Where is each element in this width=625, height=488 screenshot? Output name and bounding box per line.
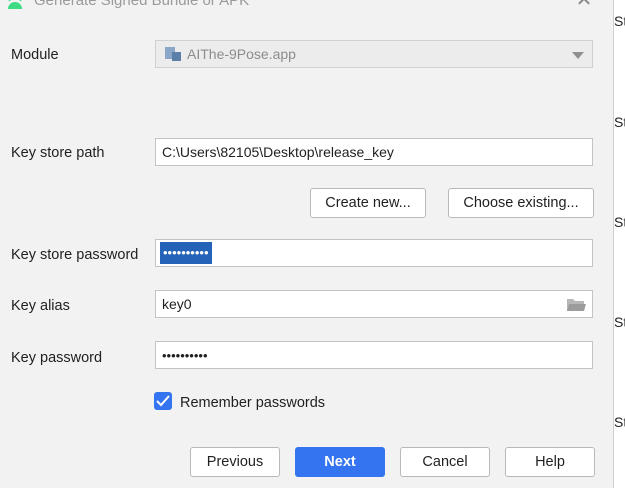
help-button[interactable]: Help	[505, 447, 595, 477]
keystore-path-input[interactable]: C:\Users\82105\Desktop\release_key	[155, 138, 593, 166]
key-password-value: ••••••••••	[162, 348, 208, 363]
remember-passwords-checkbox[interactable]	[154, 392, 172, 410]
module-value: AIThe-9Pose.app	[187, 46, 296, 62]
background-text: St	[614, 314, 625, 330]
keystore-password-value: ••••••••••	[160, 242, 212, 264]
next-button[interactable]: Next	[295, 447, 385, 477]
background-panel: St St St St St	[614, 0, 625, 488]
background-text: St	[614, 114, 625, 130]
android-icon	[8, 0, 22, 9]
keystore-password-input[interactable]: ••••••••••	[155, 239, 593, 267]
key-alias-label: Key alias	[11, 298, 70, 314]
chevron-down-icon[interactable]	[572, 52, 584, 59]
keystore-password-label: Key store password	[11, 247, 139, 263]
key-password-input[interactable]: ••••••••••	[155, 341, 593, 369]
close-icon[interactable]: ✕	[574, 0, 594, 10]
window-title: Generate Signed Bundle or APK	[34, 0, 250, 9]
create-new-button[interactable]: Create new...	[310, 188, 426, 218]
module-select[interactable]: AIThe-9Pose.app	[155, 40, 593, 68]
key-password-label: Key password	[11, 350, 103, 366]
cancel-button[interactable]: Cancel	[400, 447, 490, 477]
keystore-path-label: Key store path	[11, 145, 105, 161]
remember-passwords-label[interactable]: Remember passwords	[180, 394, 325, 412]
background-text: St	[614, 414, 625, 430]
title-bar: Generate Signed Bundle or APK ✕	[0, 0, 613, 16]
key-alias-input[interactable]: key0	[155, 290, 593, 318]
check-icon	[156, 395, 170, 407]
choose-existing-button[interactable]: Choose existing...	[448, 188, 594, 218]
previous-button[interactable]: Previous	[190, 447, 280, 477]
generate-signed-bundle-dialog: Generate Signed Bundle or APK ✕ Module A…	[0, 0, 614, 488]
module-label: Module	[11, 47, 59, 63]
background-text: St	[614, 214, 625, 230]
folder-icon[interactable]	[566, 297, 586, 312]
key-alias-value: key0	[162, 296, 192, 312]
module-icon	[165, 47, 181, 61]
background-text: St	[614, 13, 625, 29]
